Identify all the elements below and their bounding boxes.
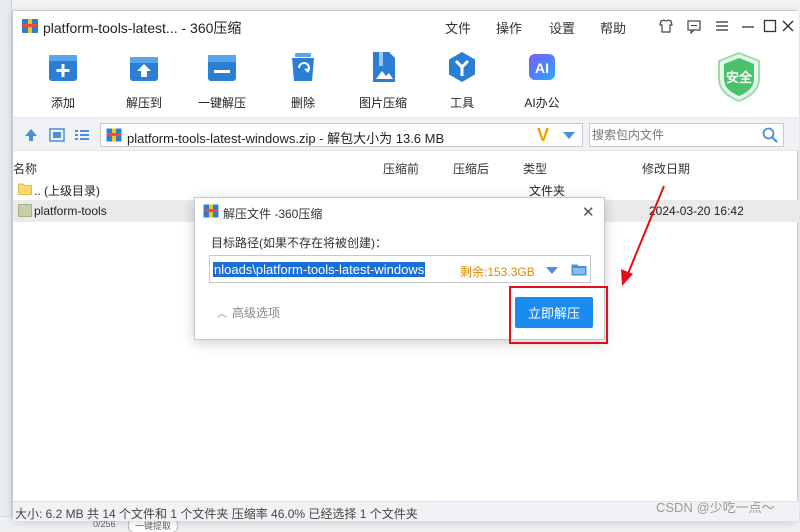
safe-label: 安全 (726, 70, 753, 86)
toolbar: 添加 解压到 一键解压 删除 图片压缩 工具 AI AI办公 安全 (13, 41, 799, 117)
skin-icon[interactable] (657, 17, 675, 35)
list-view-icon[interactable] (74, 128, 90, 142)
extract-to-button[interactable]: 解压到 (109, 49, 179, 111)
list-header: 名称 压缩前 压缩后 类型 修改日期 (13, 157, 799, 177)
column-type[interactable]: 类型 (523, 160, 547, 177)
search-input[interactable] (592, 126, 757, 144)
one-click-extract-icon (208, 55, 236, 81)
archive-folder-icon (18, 204, 32, 217)
address-bar: platform-tools-latest-windows.zip - 解包大小… (13, 117, 799, 151)
tools-button[interactable]: 工具 (427, 49, 497, 111)
path-field[interactable]: platform-tools-latest-windows.zip - 解包大小… (100, 123, 583, 147)
advanced-options-toggle[interactable]: ︿ 高级选项 (217, 304, 280, 321)
path-dropdown-icon[interactable] (563, 132, 575, 139)
ai-icon: AI (529, 54, 555, 80)
watermark: CSDN @少吃一点～ (656, 500, 775, 515)
column-modified[interactable]: 修改日期 (642, 160, 690, 177)
tools-hexagon-icon (449, 52, 475, 82)
maximize-icon[interactable] (761, 17, 779, 35)
advanced-options-label: 高级选项 (232, 306, 281, 320)
close-icon[interactable] (779, 17, 797, 35)
folder-icon (18, 183, 32, 195)
menu-file[interactable]: 文件 (445, 18, 471, 37)
title-bar: platform-tools-latest... - 360压缩 文件 操作 设… (13, 11, 799, 41)
search-box[interactable] (589, 123, 784, 147)
zip-app-icon (22, 19, 38, 33)
target-path-input[interactable]: nloads\platform-tools-latest-windows 剩余:… (209, 255, 591, 283)
search-icon[interactable] (762, 127, 778, 143)
thumbnail-view-icon[interactable] (49, 128, 65, 142)
dialog-title: 解压文件 -360压缩 (223, 207, 323, 221)
image-compress-label: 图片压缩 (358, 96, 407, 110)
feedback-icon[interactable] (685, 17, 703, 35)
recycle-bin-icon (292, 53, 314, 81)
extract-to-icon (130, 57, 158, 81)
zip-file-icon (106, 128, 122, 142)
menu-help[interactable]: 帮助 (600, 18, 626, 37)
column-name[interactable]: 名称 (13, 160, 37, 177)
ai-office-button[interactable]: AI AI办公 (507, 49, 577, 111)
column-compressed-size[interactable]: 压缩后 (453, 160, 489, 177)
target-path-label: 目标路径(如果不存在将被创建)： (211, 236, 387, 250)
image-compress-button[interactable]: 图片压缩 (348, 49, 418, 111)
svg-text:AI: AI (535, 60, 549, 76)
window-title: platform-tools-latest... - 360压缩 (43, 20, 242, 36)
menu-lines-icon[interactable] (713, 17, 731, 35)
tools-label: 工具 (449, 96, 474, 110)
path-text: platform-tools-latest-windows.zip - 解包大小… (127, 131, 445, 146)
v-logo-icon: V (537, 125, 550, 145)
up-arrow-icon[interactable] (23, 128, 39, 142)
image-compress-icon (373, 52, 395, 82)
ai-office-label: AI办公 (524, 96, 560, 110)
browse-folder-icon[interactable] (571, 263, 587, 276)
extract-to-label: 解压到 (125, 96, 162, 110)
one-click-extract-button[interactable]: 一键解压 (187, 49, 257, 111)
list-item-name: .. (上级目录) (34, 184, 100, 198)
safe-shield-icon: 安全 (718, 51, 760, 103)
zip-app-icon (203, 204, 219, 218)
add-label: 添加 (50, 96, 75, 110)
menu-operation[interactable]: 操作 (496, 18, 522, 37)
one-click-extract-label: 一键解压 (197, 96, 246, 110)
menu-settings[interactable]: 设置 (549, 18, 575, 37)
list-item-name: platform-tools (34, 204, 107, 218)
target-path-value: nloads\platform-tools-latest-windows (213, 262, 426, 277)
background-window-strip (0, 0, 12, 532)
status-text: 大小: 6.2 MB 共 14 个文件和 1 个文件夹 压缩率 46.0% 已经… (15, 507, 418, 521)
free-space-text: 剩余:153.3GB (460, 265, 535, 279)
column-original-size[interactable]: 压缩前 (383, 160, 419, 177)
chevron-up-icon: ︿ (217, 309, 227, 320)
annotation-arrow (621, 185, 665, 286)
delete-label: 删除 (290, 96, 315, 110)
dialog-close-icon[interactable]: ✕ (582, 203, 595, 221)
add-icon (49, 55, 77, 81)
add-button[interactable]: 添加 (28, 49, 98, 111)
minimize-icon[interactable] (739, 17, 757, 35)
annotation-highlight-box (509, 286, 608, 344)
path-history-dropdown-icon[interactable] (546, 267, 558, 274)
delete-button[interactable]: 删除 (268, 49, 338, 111)
